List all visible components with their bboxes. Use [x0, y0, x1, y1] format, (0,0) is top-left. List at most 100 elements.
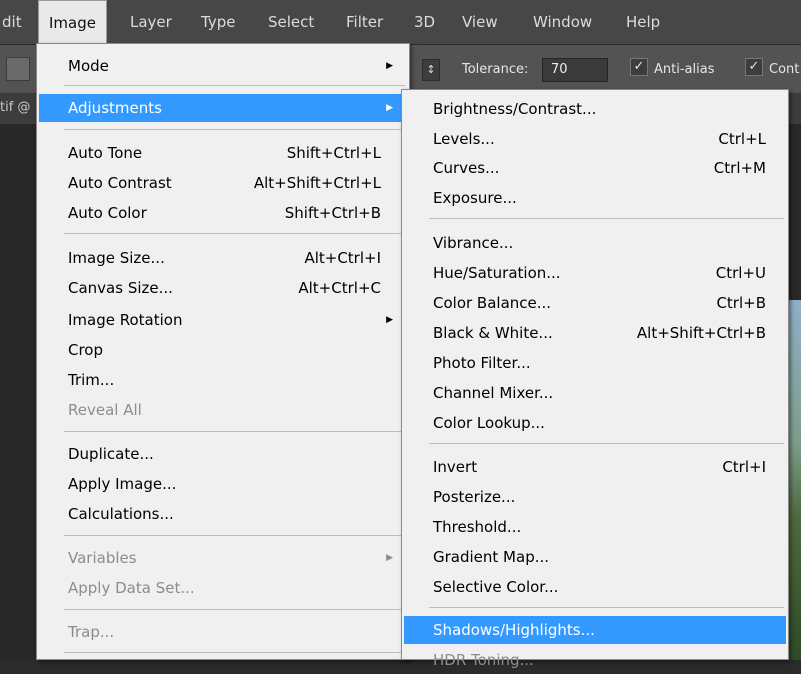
menu-item-photo-filter[interactable]: Photo Filter... [404, 349, 786, 377]
menu-item-label: Selective Color... [433, 578, 559, 596]
menu-view[interactable]: View [462, 0, 498, 44]
anti-alias-label: Anti-alias [654, 62, 715, 77]
menu-item-label: Duplicate... [68, 445, 154, 463]
menu-item-levels[interactable]: Levels... Ctrl+L [404, 125, 786, 153]
anti-alias-checkbox[interactable]: ✓ [630, 58, 648, 76]
menu-item-label: Crop [68, 341, 104, 359]
menu-item-color-lookup[interactable]: Color Lookup... [404, 409, 786, 437]
menu-item-label: Color Balance... [433, 294, 552, 312]
menu-divider [429, 218, 784, 219]
contiguous-label: Cont [769, 62, 800, 77]
menu-item-label: Photo Filter... [433, 354, 531, 372]
menu-item-black-white[interactable]: Black & White... Alt+Shift+Ctrl+B [404, 319, 786, 347]
menu-item-label: Exposure... [433, 189, 517, 207]
menu-item-color-balance[interactable]: Color Balance... Ctrl+B [404, 289, 786, 317]
sample-size-spinner[interactable]: ↕ [422, 59, 440, 81]
menu-item-label: Canvas Size... [68, 279, 173, 297]
menu-item-duplicate[interactable]: Duplicate... [39, 440, 407, 468]
menu-item-label: Trim... [68, 371, 115, 389]
menu-item-exposure[interactable]: Exposure... [404, 184, 786, 212]
adjustments-submenu: Brightness/Contrast... Levels... Ctrl+L … [401, 89, 789, 669]
menu-item-vibrance[interactable]: Vibrance... [404, 229, 786, 257]
menu-item-label: Adjustments [68, 99, 162, 117]
menu-item-trap: Trap... [39, 618, 407, 646]
menu-item-variables: Variables ▶ [39, 544, 407, 572]
menu-item-label: Variables [68, 549, 137, 567]
menu-item-shortcut: Shift+Ctrl+B [284, 204, 381, 222]
menu-item-label: Hue/Saturation... [433, 264, 561, 282]
menu-item-hdr-toning[interactable]: HDR Toning... [404, 646, 786, 674]
menu-divider [64, 129, 405, 130]
menu-item-label: Threshold... [433, 518, 522, 536]
menu-item-label: Auto Color [68, 204, 147, 222]
menu-layer[interactable]: Layer [130, 0, 172, 44]
menu-item-label: Apply Image... [68, 475, 177, 493]
tolerance-label: Tolerance: [462, 62, 529, 77]
menu-divider [429, 607, 784, 608]
tool-preset-button[interactable] [6, 57, 30, 81]
menu-help[interactable]: Help [626, 0, 660, 44]
submenu-arrow-icon: ▶ [386, 315, 393, 325]
image-menu: Mode ▶ Adjustments ▶ Auto Tone Shift+Ctr… [36, 43, 410, 660]
menu-item-mode[interactable]: Mode ▶ [39, 52, 407, 80]
menu-item-calculations[interactable]: Calculations... [39, 500, 407, 528]
menu-item-label: Auto Tone [68, 144, 143, 162]
menu-item-label: Auto Contrast [68, 174, 172, 192]
menu-item-label: Curves... [433, 159, 500, 177]
menu-image[interactable]: Image [38, 0, 107, 44]
menu-item-image-size[interactable]: Image Size... Alt+Ctrl+I [39, 244, 407, 272]
menu-item-shortcut: Shift+Ctrl+L [286, 144, 381, 162]
menu-item-trim[interactable]: Trim... [39, 366, 407, 394]
menu-item-shortcut: Alt+Shift+Ctrl+B [636, 324, 766, 342]
menu-item-label: Trap... [68, 623, 115, 641]
menu-item-label: Gradient Map... [433, 548, 550, 566]
menu-item-label: Reveal All [68, 401, 142, 419]
menu-item-label: Vibrance... [433, 234, 514, 252]
menu-item-canvas-size[interactable]: Canvas Size... Alt+Ctrl+C [39, 274, 407, 302]
contiguous-checkbox[interactable]: ✓ [745, 58, 763, 76]
menu-type[interactable]: Type [201, 0, 235, 44]
menu-item-reveal-all: Reveal All [39, 396, 407, 424]
menu-item-image-rotation[interactable]: Image Rotation ▶ [39, 306, 407, 334]
menu-item-channel-mixer[interactable]: Channel Mixer... [404, 379, 786, 407]
menu-item-shortcut: Alt+Ctrl+C [298, 279, 381, 297]
menu-item-shortcut: Alt+Ctrl+I [304, 249, 381, 267]
menu-window[interactable]: Window [533, 0, 592, 44]
menu-item-crop[interactable]: Crop [39, 336, 407, 364]
menu-divider [64, 535, 405, 536]
menu-item-selective-color[interactable]: Selective Color... [404, 573, 786, 601]
menu-3d[interactable]: 3D [414, 0, 435, 44]
menu-item-adjustments[interactable]: Adjustments ▶ [39, 94, 407, 122]
menu-item-invert[interactable]: Invert Ctrl+I [404, 453, 786, 481]
menu-item-label: Levels... [433, 130, 495, 148]
menu-item-label: Apply Data Set... [68, 579, 195, 597]
menu-select[interactable]: Select [268, 0, 314, 44]
menu-item-hue-saturation[interactable]: Hue/Saturation... Ctrl+U [404, 259, 786, 287]
menu-filter[interactable]: Filter [346, 0, 383, 44]
menu-divider [64, 609, 405, 610]
menu-edit[interactable]: dit [2, 0, 22, 44]
menu-item-curves[interactable]: Curves... Ctrl+M [404, 154, 786, 182]
menu-item-auto-color[interactable]: Auto Color Shift+Ctrl+B [39, 199, 407, 227]
menu-item-apply-image[interactable]: Apply Image... [39, 470, 407, 498]
menu-item-shadows-highlights[interactable]: Shadows/Highlights... [404, 616, 786, 644]
menu-item-threshold[interactable]: Threshold... [404, 513, 786, 541]
menu-item-posterize[interactable]: Posterize... [404, 483, 786, 511]
menu-item-brightness-contrast[interactable]: Brightness/Contrast... [404, 95, 786, 123]
menu-divider [64, 85, 405, 86]
menu-divider [64, 652, 405, 653]
menu-item-shortcut: Ctrl+I [722, 458, 766, 476]
menu-item-label: Color Lookup... [433, 414, 545, 432]
menu-item-auto-contrast[interactable]: Auto Contrast Alt+Shift+Ctrl+L [39, 169, 407, 197]
menu-divider [64, 233, 405, 234]
menu-item-shortcut: Ctrl+M [713, 159, 766, 177]
menu-item-shortcut: Ctrl+B [716, 294, 766, 312]
menu-item-gradient-map[interactable]: Gradient Map... [404, 543, 786, 571]
menu-item-label: Channel Mixer... [433, 384, 554, 402]
menu-item-shortcut: Ctrl+L [718, 130, 766, 148]
menu-divider [429, 443, 784, 444]
tolerance-input[interactable]: 70 [542, 58, 608, 82]
menu-item-auto-tone[interactable]: Auto Tone Shift+Ctrl+L [39, 139, 407, 167]
menu-item-label: Image Rotation [68, 311, 183, 329]
menu-divider [64, 431, 405, 432]
